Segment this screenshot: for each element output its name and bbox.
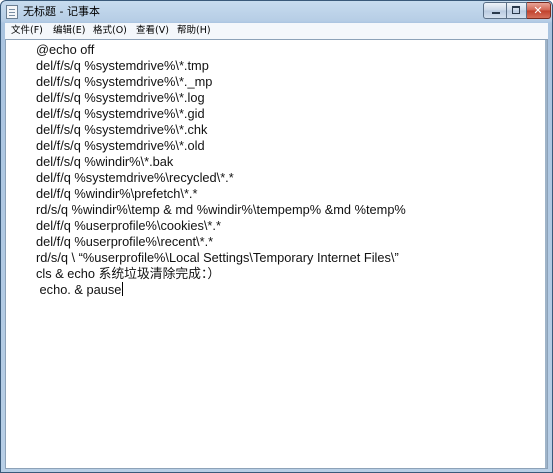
menu-format[interactable]: 格式(O) xyxy=(93,24,127,38)
text-cursor xyxy=(122,282,124,296)
notepad-app-icon[interactable] xyxy=(6,5,18,19)
title-bar[interactable]: 无标题 - 记事本 ✕ xyxy=(1,1,552,23)
text-line: del/f/q %userprofile%\recent\*.* xyxy=(36,234,214,249)
text-line: del/f/s/q %windir%\*.bak xyxy=(36,154,174,169)
window-right-edge xyxy=(545,40,547,468)
text-line: del/f/q %systemdrive%\recycled\*.* xyxy=(36,170,234,185)
close-button[interactable]: ✕ xyxy=(527,2,551,19)
menu-help[interactable]: 帮助(H) xyxy=(177,24,211,38)
text-line: del/f/q %userprofile%\cookies\*.* xyxy=(36,218,221,233)
menu-view[interactable]: 查看(V) xyxy=(136,24,169,38)
text-line: rd/s/q %windir%\temp & md %windir%\tempe… xyxy=(36,202,406,217)
window-title: 无标题 - 记事本 xyxy=(23,5,100,18)
minimize-button[interactable] xyxy=(483,2,507,19)
menu-edit[interactable]: 编辑(E) xyxy=(53,24,85,38)
text-line: del/f/s/q %systemdrive%\*.log xyxy=(36,90,205,105)
text-line-content: echo. & pause xyxy=(36,282,122,297)
notepad-window: 无标题 - 记事本 ✕ 文件(F) 编辑(E) 格式(O) 查看(V) 帮助(H… xyxy=(0,0,553,473)
maximize-icon xyxy=(512,6,520,14)
text-line: del/f/q %windir%\prefetch\*.* xyxy=(36,186,198,201)
text-editor-area[interactable]: @echo off del/f/s/q %systemdrive%\*.tmp … xyxy=(5,39,548,469)
text-line: del/f/s/q %systemdrive%\*.old xyxy=(36,138,205,153)
text-line: del/f/s/q %systemdrive%\*._mp xyxy=(36,74,213,89)
editor-content[interactable]: @echo off del/f/s/q %systemdrive%\*.tmp … xyxy=(36,42,541,462)
close-icon: ✕ xyxy=(533,4,543,17)
text-line: del/f/s/q %systemdrive%\*.chk xyxy=(36,122,208,137)
maximize-button[interactable] xyxy=(507,2,527,19)
text-line: cls & echo 系统垃圾清除完成：） xyxy=(36,266,221,281)
text-line-last: echo. & pause xyxy=(36,282,124,298)
menu-bar: 文件(F) 编辑(E) 格式(O) 查看(V) 帮助(H) xyxy=(5,23,548,39)
text-line: rd/s/q \ “%userprofile%\Local Settings\T… xyxy=(36,250,399,265)
text-line: del/f/s/q %systemdrive%\*.gid xyxy=(36,106,205,121)
text-line: del/f/s/q %systemdrive%\*.tmp xyxy=(36,58,209,73)
text-line: @echo off xyxy=(36,42,95,57)
minimize-icon xyxy=(492,12,500,14)
menu-file[interactable]: 文件(F) xyxy=(11,24,43,38)
